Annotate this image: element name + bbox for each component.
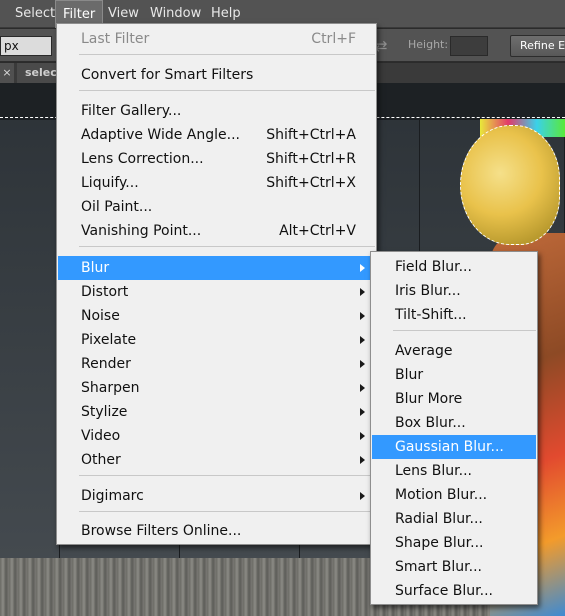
menu-divider <box>393 330 536 331</box>
menu-item-average[interactable]: Average <box>372 339 536 363</box>
refine-edge-button[interactable]: Refine Ed <box>510 35 565 57</box>
menu-item-label: Blur More <box>395 391 463 407</box>
shortcut-text: Ctrl+F <box>311 31 356 47</box>
menu-item-label: Pixelate <box>81 332 137 348</box>
menu-item-smart-blur[interactable]: Smart Blur... <box>372 555 536 579</box>
close-icon[interactable]: × <box>0 63 14 83</box>
menu-item-surface-blur[interactable]: Surface Blur... <box>372 579 536 603</box>
shortcut-text: Shift+Ctrl+A <box>266 127 356 143</box>
menu-item-label: Filter Gallery... <box>81 103 182 119</box>
menu-item-label: Average <box>395 343 453 359</box>
menu-item-label: Digimarc <box>81 488 144 504</box>
menu-divider <box>79 246 375 247</box>
menu-item-render[interactable]: Render <box>58 352 375 376</box>
submenu-arrow-icon <box>360 408 365 416</box>
menu-divider <box>79 90 375 91</box>
menu-item-label: Gaussian Blur... <box>395 439 504 455</box>
menu-item-last-filter: Last Filter Ctrl+F <box>58 27 375 51</box>
menu-item-label: Field Blur... <box>395 259 472 275</box>
filter-menu: Last Filter Ctrl+F Convert for Smart Fil… <box>56 23 377 545</box>
menu-item-vanishing-point[interactable]: Vanishing Point... Alt+Ctrl+V <box>58 219 375 243</box>
menu-item-shape-blur[interactable]: Shape Blur... <box>372 531 536 555</box>
menu-item-label: Shape Blur... <box>395 535 484 551</box>
menu-item-label: Stylize <box>81 404 128 420</box>
menu-item-label: Tilt-Shift... <box>395 307 467 323</box>
menu-item-label: Liquify... <box>81 175 139 191</box>
selection-outline <box>460 125 560 245</box>
submenu-arrow-icon <box>360 360 365 368</box>
menu-item-label: Vanishing Point... <box>81 223 202 239</box>
menu-item-digimarc[interactable]: Digimarc <box>58 484 375 508</box>
submenu-arrow-icon <box>360 492 365 500</box>
menu-item-sharpen[interactable]: Sharpen <box>58 376 375 400</box>
menu-item-label: Other <box>81 452 121 468</box>
menu-item-radial-blur[interactable]: Radial Blur... <box>372 507 536 531</box>
menu-item-gaussian-blur[interactable]: Gaussian Blur... <box>372 435 536 459</box>
menu-item-label: Sharpen <box>81 380 140 396</box>
menu-item-label: Blur <box>81 260 110 276</box>
height-input[interactable] <box>450 36 488 56</box>
menu-item-tilt-shift[interactable]: Tilt-Shift... <box>372 303 536 327</box>
submenu-arrow-icon <box>360 384 365 392</box>
menu-item-label: Last Filter <box>81 31 150 47</box>
menu-item-label: Lens Blur... <box>395 463 472 479</box>
menu-item-label: Adaptive Wide Angle... <box>81 127 240 143</box>
menu-item-lens-correction[interactable]: Lens Correction... Shift+Ctrl+R <box>58 147 375 171</box>
menu-item-video[interactable]: Video <box>58 424 375 448</box>
menu-item-label: Lens Correction... <box>81 151 204 167</box>
menu-item-label: Convert for Smart Filters <box>81 67 254 83</box>
submenu-arrow-icon <box>360 312 365 320</box>
height-label: Height: <box>408 38 449 51</box>
menu-item-adaptive-wide-angle[interactable]: Adaptive Wide Angle... Shift+Ctrl+A <box>58 123 375 147</box>
menu-item-other[interactable]: Other <box>58 448 375 472</box>
menu-item-label: Surface Blur... <box>395 583 493 599</box>
submenu-arrow-icon <box>360 288 365 296</box>
menu-item-pixelate[interactable]: Pixelate <box>58 328 375 352</box>
shortcut-text: Shift+Ctrl+X <box>266 175 356 191</box>
menu-divider <box>79 475 375 476</box>
menu-item-liquify[interactable]: Liquify... Shift+Ctrl+X <box>58 171 375 195</box>
menu-item-box-blur[interactable]: Box Blur... <box>372 411 536 435</box>
photo-plank <box>0 120 60 580</box>
menu-item-label: Render <box>81 356 131 372</box>
menu-item-label: Distort <box>81 284 129 300</box>
menu-item-stylize[interactable]: Stylize <box>58 400 375 424</box>
menu-item-convert-smart-filters[interactable]: Convert for Smart Filters <box>58 63 375 87</box>
menu-item-label: Video <box>81 428 121 444</box>
menu-item-blur-filter[interactable]: Blur <box>372 363 536 387</box>
menu-item-label: Smart Blur... <box>395 559 482 575</box>
submenu-arrow-icon <box>360 456 365 464</box>
menu-item-label: Iris Blur... <box>395 283 461 299</box>
menu-item-distort[interactable]: Distort <box>58 280 375 304</box>
submenu-arrow-icon <box>360 264 365 272</box>
menu-item-label: Motion Blur... <box>395 487 488 503</box>
document-tab[interactable]: select <box>17 63 59 83</box>
menu-item-field-blur[interactable]: Field Blur... <box>372 255 536 279</box>
menu-item-label: Browse Filters Online... <box>81 523 242 539</box>
shortcut-text: Shift+Ctrl+R <box>266 151 356 167</box>
blur-submenu: Field Blur... Iris Blur... Tilt-Shift...… <box>370 251 538 605</box>
shortcut-text: Alt+Ctrl+V <box>279 223 356 239</box>
unit-field[interactable]: px <box>0 36 52 56</box>
menu-item-label: Box Blur... <box>395 415 466 431</box>
menu-item-blur[interactable]: Blur <box>58 256 375 280</box>
menu-item-lens-blur[interactable]: Lens Blur... <box>372 459 536 483</box>
menu-item-iris-blur[interactable]: Iris Blur... <box>372 279 536 303</box>
submenu-arrow-icon <box>360 336 365 344</box>
menu-item-filter-gallery[interactable]: Filter Gallery... <box>58 99 375 123</box>
menu-select[interactable]: Select <box>8 0 62 28</box>
submenu-arrow-icon <box>360 432 365 440</box>
menu-item-motion-blur[interactable]: Motion Blur... <box>372 483 536 507</box>
menu-item-browse-filters-online[interactable]: Browse Filters Online... <box>58 519 375 543</box>
menu-item-label: Oil Paint... <box>81 199 153 215</box>
menu-item-noise[interactable]: Noise <box>58 304 375 328</box>
menu-divider <box>79 54 375 55</box>
menu-item-label: Noise <box>81 308 120 324</box>
menu-item-blur-more[interactable]: Blur More <box>372 387 536 411</box>
menu-item-label: Radial Blur... <box>395 511 483 527</box>
menu-item-label: Blur <box>395 367 424 383</box>
menu-divider <box>79 511 375 512</box>
menu-item-oil-paint[interactable]: Oil Paint... <box>58 195 375 219</box>
